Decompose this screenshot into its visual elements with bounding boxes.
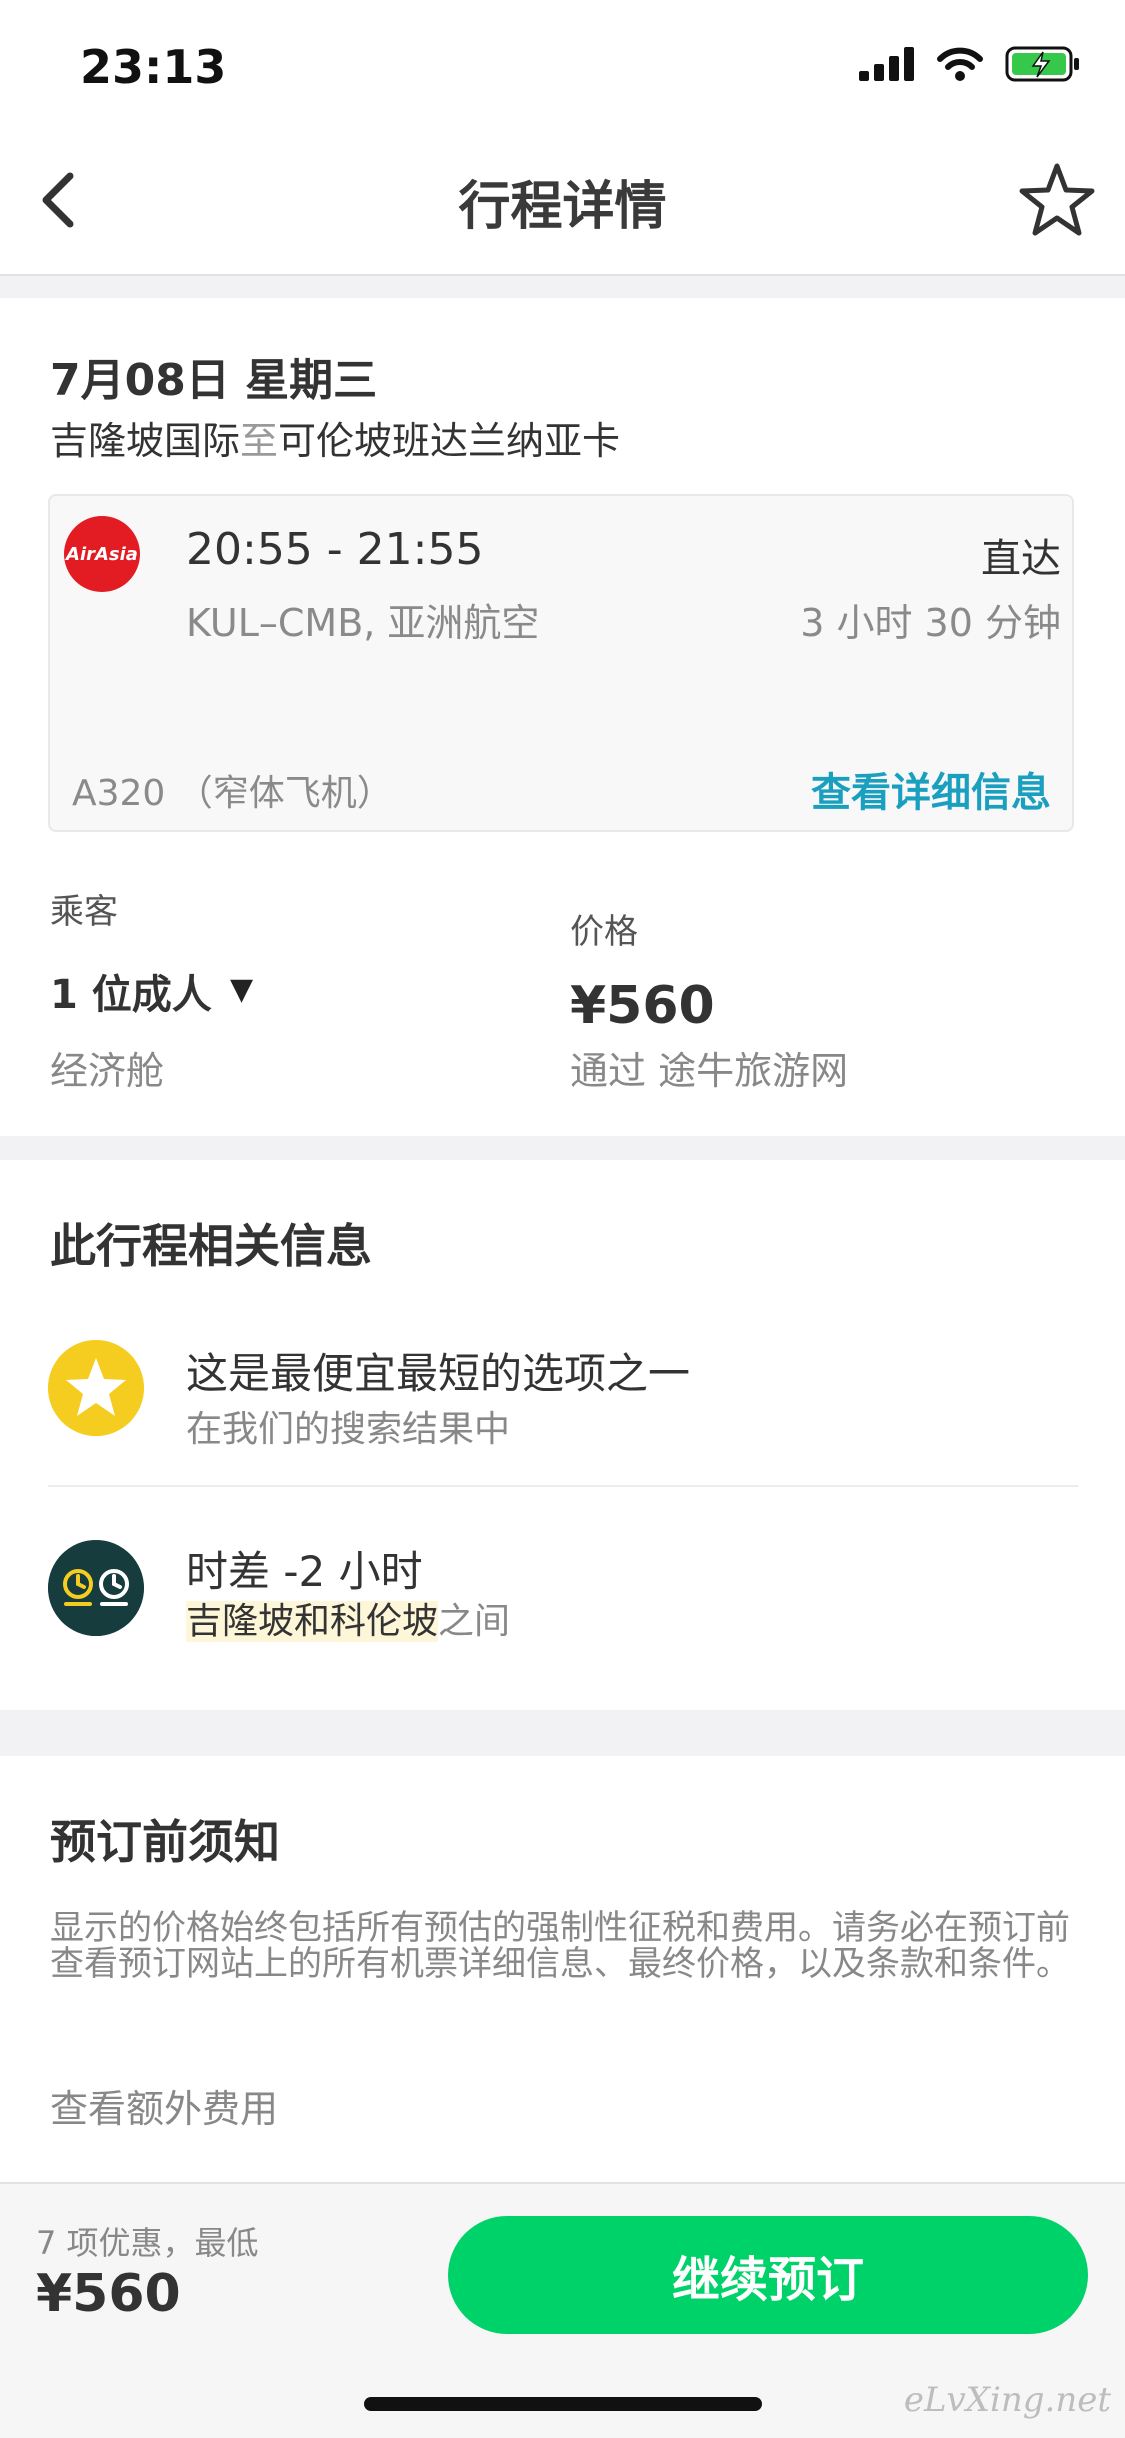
notice-body: 显示的价格始终包括所有预估的强制性征税和费用。请务必在预订前查看预订网站上的所有…: [50, 1908, 1070, 1984]
cheapest-option-text: 这是最便宜最短的选项之一: [186, 1349, 691, 1398]
destination-airport: 可伦坡班达兰纳亚卡: [278, 419, 621, 463]
tz-between: 之间: [438, 1601, 511, 1642]
status-icons: [859, 46, 1081, 82]
time-difference-subtext: 吉隆坡和科伦坡之间: [186, 1592, 510, 1644]
page-title: 行程详情: [458, 177, 667, 237]
tz-city-destination: 科伦坡: [330, 1601, 439, 1642]
tz-city-origin: 吉隆坡: [186, 1601, 295, 1642]
flight-times: 20:55 - 21:55: [186, 524, 484, 575]
stops-label: 直达: [981, 536, 1061, 582]
battery-charging-icon: [1005, 46, 1079, 82]
wifi-icon: [937, 47, 983, 81]
passenger-label: 乘客: [50, 892, 118, 932]
price-value: ¥560: [570, 976, 715, 1036]
cabin-class: 经济舱: [50, 1049, 165, 1093]
time-difference-text: 时差 -2 小时: [186, 1547, 423, 1596]
view-details-link[interactable]: 查看详细信息: [811, 760, 1051, 818]
watermark: eLvXing.net: [903, 2380, 1111, 2420]
airline-logo: AirAsia: [64, 516, 140, 592]
favorite-star-icon[interactable]: [1017, 160, 1097, 240]
booking-provider: 通过 途牛旅游网: [570, 1049, 849, 1093]
trip-route: 吉隆坡国际至可伦坡班达兰纳亚卡: [50, 410, 620, 465]
section-gap: [0, 1136, 1125, 1160]
home-indicator: [364, 2397, 762, 2411]
continue-booking-button[interactable]: 继续预订: [448, 2216, 1088, 2334]
info-section-title: 此行程相关信息: [50, 1219, 372, 1273]
star-badge-icon: [48, 1340, 144, 1436]
cheapest-option-subtext: 在我们的搜索结果中: [186, 1409, 511, 1450]
dropdown-caret-icon[interactable]: ▼: [230, 972, 253, 1007]
flight-duration: 3 小时 30 分钟: [800, 601, 1061, 645]
tz-and: 和: [294, 1601, 331, 1642]
view-extra-fees-link[interactable]: 查看额外费用: [50, 2078, 278, 2133]
deals-count: 7 项优惠，最低: [36, 2224, 259, 2262]
divider: [48, 1485, 1078, 1487]
timezone-clock-icon: [48, 1540, 144, 1636]
route-to: 至: [240, 419, 279, 463]
route-codes-airline: KUL–CMB, 亚洲航空: [186, 601, 540, 645]
origin-airport: 吉隆坡国际: [50, 419, 241, 463]
lowest-price: ¥560: [36, 2264, 181, 2324]
signal-icon: [859, 47, 914, 81]
section-gap: [0, 276, 1125, 298]
trip-date: 7月08日 星期三: [50, 355, 378, 406]
price-label: 价格: [570, 912, 638, 952]
status-time: 23:13: [80, 40, 227, 94]
section-gap: [0, 1710, 1125, 1756]
passenger-selector[interactable]: 1 位成人: [50, 962, 212, 1020]
aircraft-type: A320 （窄体飞机）: [72, 773, 393, 814]
notice-title: 预订前须知: [50, 1815, 280, 1869]
